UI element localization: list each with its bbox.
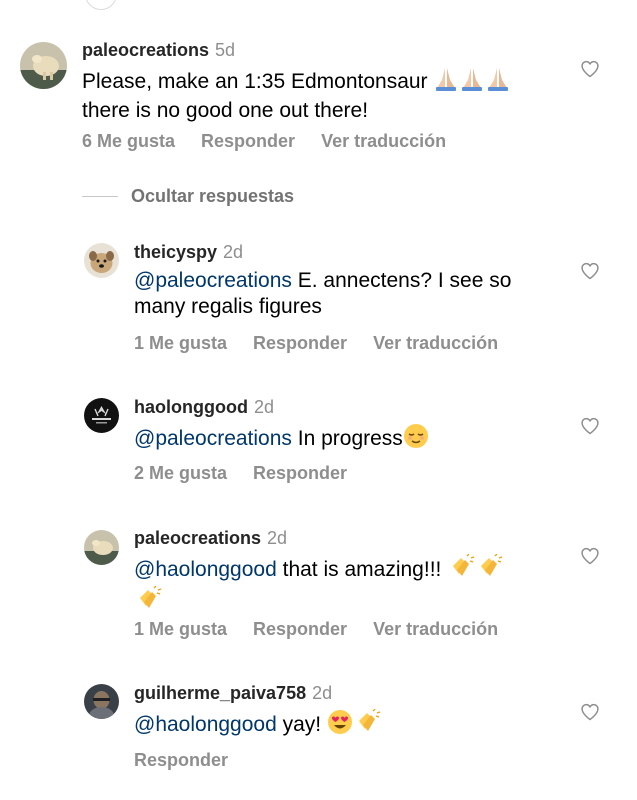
timestamp: 2d xyxy=(253,397,274,417)
heart-outline-icon[interactable] xyxy=(580,416,600,436)
comment-text-line1: Please, make an 1:35 Edmontonsaur xyxy=(82,66,511,98)
folded-hands-emoji xyxy=(459,66,485,98)
translate-button[interactable]: Ver traducción xyxy=(373,619,498,639)
mention-link[interactable]: @haolonggood xyxy=(134,713,277,736)
comment-actions: 1 Me gusta Responder Ver traducción xyxy=(134,618,524,640)
comment-text: @haolonggood that is amazing!!! xyxy=(134,553,534,618)
likes-count[interactable]: 2 Me gusta xyxy=(134,463,227,483)
reply-button[interactable]: Responder xyxy=(253,463,347,483)
likes-count[interactable]: 1 Me gusta xyxy=(134,333,227,353)
avatar[interactable] xyxy=(84,530,119,565)
avatar[interactable] xyxy=(84,684,119,719)
timestamp: 5d xyxy=(215,40,236,60)
username[interactable]: guilherme_paiva758 xyxy=(134,683,306,703)
comment-actions: 6 Me gusta Responder Ver traducción xyxy=(82,130,472,152)
comment-header: guilherme_paiva758 2d xyxy=(134,682,332,704)
clapping-hands-emoji xyxy=(447,553,475,586)
hide-replies-label[interactable]: Ocultar respuestas xyxy=(131,186,294,207)
timestamp: 2d xyxy=(312,683,333,703)
comment-header: theicyspy 2d xyxy=(134,241,243,263)
comment-actions: Responder xyxy=(134,749,254,771)
reply-button[interactable]: Responder xyxy=(253,333,347,353)
comment-text: @paleocreations In progress xyxy=(134,423,429,455)
reply-button[interactable]: Responder xyxy=(134,750,228,770)
translate-button[interactable]: Ver traducción xyxy=(373,333,498,353)
hide-replies-toggle[interactable]: Ocultar respuestas xyxy=(82,185,294,207)
relieved-face-emoji xyxy=(403,423,429,455)
comment-header: haolonggood 2d xyxy=(134,396,274,418)
folded-hands-emoji xyxy=(485,66,511,98)
timestamp: 2d xyxy=(223,242,244,262)
partial-avatar xyxy=(85,0,117,10)
mention-link[interactable]: @paleocreations xyxy=(134,427,292,450)
clapping-hands-emoji xyxy=(353,708,381,741)
comment-text: @haolonggood yay! xyxy=(134,708,381,741)
comment-header: paleocreations 2d xyxy=(134,527,287,549)
comment-text: @paleocreations E. annectens? I see so m… xyxy=(134,269,512,318)
username[interactable]: haolonggood xyxy=(134,397,248,417)
reply-button[interactable]: Responder xyxy=(201,131,295,151)
avatar[interactable] xyxy=(20,42,67,89)
mention-link[interactable]: @haolonggood xyxy=(134,558,277,581)
likes-count[interactable]: 1 Me gusta xyxy=(134,619,227,639)
heart-eyes-emoji xyxy=(327,709,353,741)
clapping-hands-emoji xyxy=(134,585,162,618)
comment-header: paleocreations 5d xyxy=(82,39,235,61)
folded-hands-emoji xyxy=(433,66,459,98)
timestamp: 2d xyxy=(267,528,288,548)
avatar[interactable] xyxy=(84,398,119,433)
heart-outline-icon[interactable] xyxy=(580,702,600,722)
heart-outline-icon[interactable] xyxy=(580,261,600,281)
heart-outline-icon[interactable] xyxy=(580,59,600,79)
comment-text: Please, make an 1:35 Edmontonsaur there … xyxy=(82,66,511,124)
likes-count[interactable]: 6 Me gusta xyxy=(82,131,175,151)
reply-button[interactable]: Responder xyxy=(253,619,347,639)
avatar[interactable] xyxy=(84,243,119,278)
comment-actions: 1 Me gusta Responder Ver traducción xyxy=(134,332,524,354)
translate-button[interactable]: Ver traducción xyxy=(321,131,446,151)
comment-actions: 2 Me gusta Responder xyxy=(134,462,373,484)
comment-text-line2: there is no good one out there! xyxy=(82,99,369,122)
replies-divider xyxy=(82,195,118,197)
heart-outline-icon[interactable] xyxy=(580,546,600,566)
username[interactable]: theicyspy xyxy=(134,242,217,262)
clapping-hands-emoji xyxy=(475,553,503,586)
username[interactable]: paleocreations xyxy=(134,528,261,548)
mention-link[interactable]: @paleocreations xyxy=(134,269,292,292)
username[interactable]: paleocreations xyxy=(82,40,209,60)
